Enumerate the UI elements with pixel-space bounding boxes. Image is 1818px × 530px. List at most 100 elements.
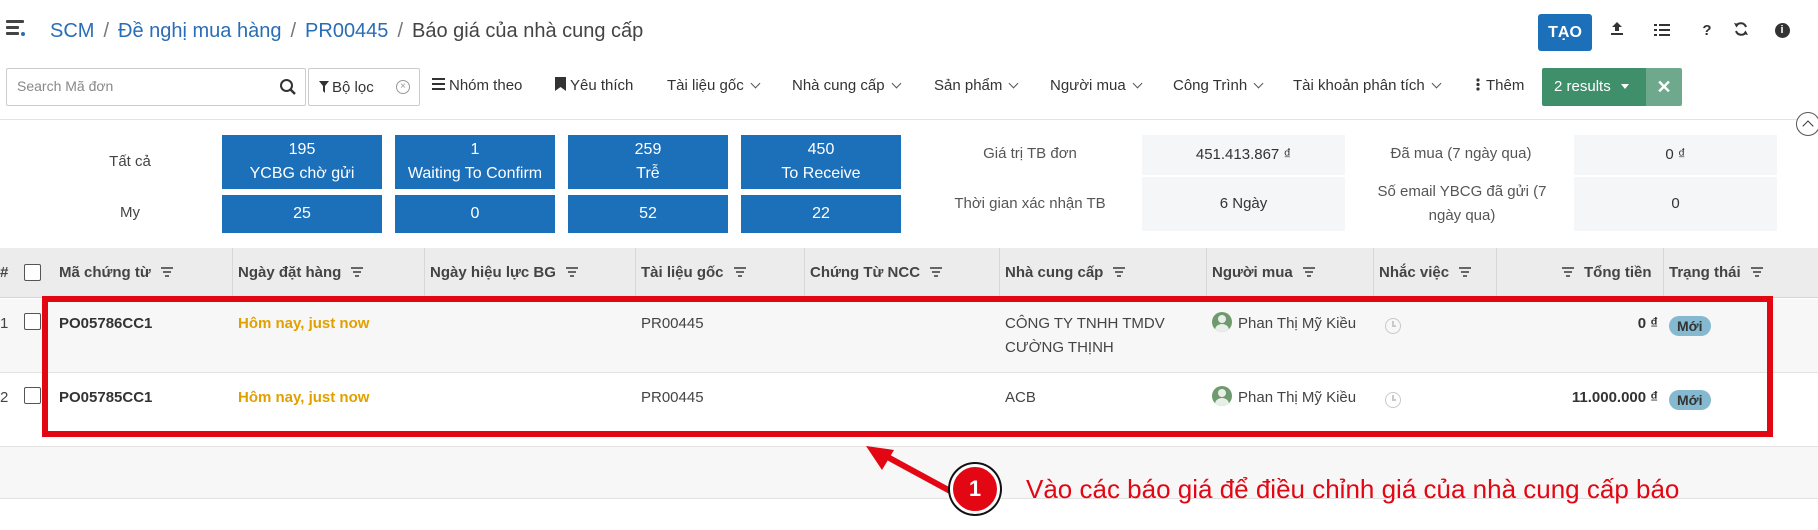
- col-valid-date[interactable]: Ngày hiệu lực BG: [430, 248, 578, 298]
- col-separator: [999, 248, 1000, 298]
- col-separator: [424, 248, 425, 298]
- col-code-label: Mã chứng từ: [59, 264, 151, 281]
- tile-my-to-receive[interactable]: 22: [741, 195, 901, 233]
- sort-filter-icon: [351, 267, 364, 278]
- tile-waiting-confirm[interactable]: 1 Waiting To Confirm: [395, 135, 555, 189]
- group-by-button[interactable]: Nhóm theo: [432, 77, 522, 94]
- chevron-down-icon: [1008, 78, 1019, 89]
- remove-filter-icon[interactable]: ×: [396, 80, 410, 94]
- group-by-label: Nhóm theo: [449, 77, 523, 94]
- help-icon[interactable]: ?: [1696, 20, 1718, 42]
- col-activity-label: Nhắc việc: [1379, 264, 1450, 281]
- col-total-label: Tổng tiền: [1584, 264, 1652, 281]
- col-source-label: Tài liệu gốc: [641, 264, 724, 281]
- annotation-arrow-icon: [866, 446, 954, 495]
- col-separator: [635, 248, 636, 298]
- sort-filter-icon: [1459, 267, 1472, 278]
- filter-product-label: Sản phẩm: [934, 77, 1003, 94]
- col-code[interactable]: Mã chứng từ: [59, 248, 173, 298]
- breadcrumb-purchase-request[interactable]: Đề nghị mua hàng: [118, 20, 281, 42]
- active-filter-facet[interactable]: Bộ lọc ×: [308, 68, 420, 106]
- tile-count: 1: [470, 141, 480, 158]
- filter-analytic-account-label: Tài khoản phân tích: [1293, 77, 1425, 94]
- more-button[interactable]: Thêm: [1476, 77, 1524, 94]
- stat-emails-value: 0: [1574, 177, 1777, 231]
- col-separator: [804, 248, 805, 298]
- col-status-label: Trạng thái: [1669, 264, 1741, 281]
- tile-count: 450: [807, 141, 835, 158]
- tile-label: To Receive: [781, 165, 861, 182]
- chevron-down-icon: [1132, 78, 1143, 89]
- step-number-badge: 1: [950, 464, 1000, 514]
- col-source[interactable]: Tài liệu gốc: [641, 248, 746, 298]
- tile-count: 195: [288, 141, 316, 158]
- page-title: Báo giá của nhà cung cấp: [412, 20, 644, 42]
- col-separator: [1373, 248, 1374, 298]
- sort-filter-icon: [1113, 267, 1126, 278]
- search-input[interactable]: [17, 78, 267, 94]
- breadcrumb: SCM / Đề nghị mua hàng / PR00445/Báo giá của…: [50, 20, 644, 42]
- sort-filter-icon: [160, 267, 173, 278]
- close-icon: ✕: [1656, 77, 1672, 97]
- info-icon[interactable]: i: [1771, 20, 1793, 42]
- caret-down-icon: [1620, 84, 1629, 89]
- row-checkbox[interactable]: [24, 387, 41, 404]
- create-button[interactable]: TẠO: [1538, 14, 1592, 51]
- tile-rfq-to-send[interactable]: 195 YCBG chờ gửi: [222, 135, 382, 189]
- collapse-dashboard-icon[interactable]: [1796, 112, 1818, 136]
- col-activity[interactable]: Nhắc việc: [1379, 248, 1472, 298]
- filter-facet-label: Bộ lọc: [319, 79, 374, 96]
- tile-my-rfq-to-send[interactable]: 25: [222, 195, 382, 233]
- sort-filter-icon: [1302, 267, 1315, 278]
- col-total[interactable]: Tổng tiền: [1562, 248, 1652, 298]
- breadcrumb-scm[interactable]: SCM: [50, 20, 94, 42]
- more-label: Thêm: [1486, 77, 1525, 94]
- col-vendor-label: Nhà cung cấp: [1005, 264, 1104, 281]
- tile-to-receive[interactable]: 450 To Receive: [741, 135, 901, 189]
- favorites-button[interactable]: Yêu thích: [555, 77, 633, 94]
- highlight-box: [42, 296, 1773, 437]
- select-all-checkbox[interactable]: [24, 264, 41, 281]
- filter-source-doc[interactable]: Tài liệu gốc: [667, 77, 761, 94]
- col-buyer[interactable]: Người mua: [1212, 248, 1315, 298]
- stat-emails-label: Số email YBCG đã gửi (7 ngày qua): [1377, 183, 1547, 224]
- filter-product[interactable]: Sản phẩm: [934, 77, 1019, 94]
- app-menu-icon[interactable]: [6, 20, 26, 38]
- filter-facet-text: Bộ lọc: [332, 79, 374, 96]
- col-index: #: [0, 264, 9, 281]
- tile-late[interactable]: 259 Trễ: [568, 135, 728, 189]
- filter-buyer[interactable]: Người mua: [1050, 77, 1143, 94]
- list-view-icon[interactable]: [1651, 20, 1673, 42]
- dashboard-row-my-label: My: [120, 204, 140, 221]
- breadcrumb-pr-record[interactable]: PR00445: [305, 20, 388, 42]
- col-vendor[interactable]: Nhà cung cấp: [1005, 248, 1126, 298]
- row-checkbox[interactable]: [24, 313, 41, 330]
- annotation-text: Vào các báo giá để điều chỉnh giá của nh…: [1026, 474, 1680, 504]
- search-icon[interactable]: [279, 78, 297, 96]
- control-panel: SCM / Đề nghị mua hàng / PR00445/Báo giá của…: [0, 0, 1818, 56]
- chevron-down-icon: [1431, 78, 1442, 89]
- clear-results-button[interactable]: ✕: [1646, 68, 1682, 106]
- stat-avg-order-label: Giá trị TB đơn: [983, 145, 1077, 162]
- filter-vendor-label: Nhà cung cấp: [792, 77, 885, 94]
- chevron-down-icon: [750, 78, 761, 89]
- sort-filter-icon: [733, 267, 746, 278]
- sort-filter-icon: [1562, 267, 1574, 278]
- col-separator: [1663, 248, 1664, 298]
- tile-my-waiting-confirm[interactable]: 0: [395, 195, 555, 233]
- refresh-icon[interactable]: [1730, 20, 1752, 42]
- col-separator: [232, 248, 233, 298]
- filter-analytic-account[interactable]: Tài khoản phân tích: [1293, 77, 1442, 94]
- chevron-down-icon: [1253, 78, 1264, 89]
- search-box[interactable]: [6, 68, 306, 106]
- filter-vendor[interactable]: Nhà cung cấp: [792, 77, 902, 94]
- col-order-date[interactable]: Ngày đặt hàng: [238, 248, 364, 298]
- col-status[interactable]: Trạng thái: [1669, 248, 1763, 298]
- upload-icon[interactable]: [1606, 20, 1628, 42]
- chevron-down-icon: [891, 78, 902, 89]
- results-dropdown-button[interactable]: 2 results: [1542, 68, 1646, 106]
- tile-my-late[interactable]: 52: [568, 195, 728, 233]
- stat-avg-order-value: 451.413.867 ₫: [1142, 135, 1345, 175]
- filter-project[interactable]: Công Trình: [1173, 77, 1264, 94]
- col-vendor-ref[interactable]: Chứng Từ NCC: [810, 248, 943, 298]
